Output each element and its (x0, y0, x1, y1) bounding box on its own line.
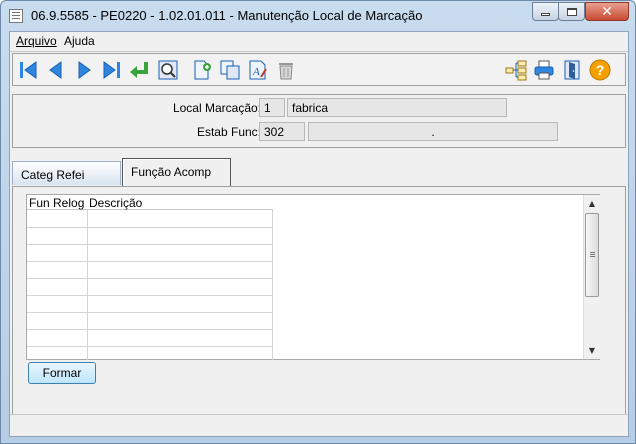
funcao-acomp-grid[interactable]: Fun Relog Descrição ▲ ▼ (26, 194, 600, 360)
copy-record-icon (220, 60, 239, 79)
local-marcacao-description-field[interactable]: fabrica (287, 98, 507, 117)
tab-categ-refei[interactable]: Categ Refei (12, 161, 121, 185)
row-divider (27, 346, 273, 347)
previous-record-icon (48, 60, 61, 79)
scroll-down-icon[interactable]: ▼ (584, 342, 600, 358)
title-bar[interactable]: 06.9.5585 - PE0220 - 1.02.01.011 - Manut… (1, 1, 635, 31)
next-record-button[interactable] (71, 57, 96, 82)
row-divider (27, 244, 273, 245)
vertical-scrollbar[interactable]: ▲ ▼ (583, 195, 600, 359)
app-icon (9, 9, 23, 23)
client-area: Arquivo Ajuda A ? Local Marcação: 1 fabr… (9, 31, 629, 437)
last-record-button[interactable] (99, 57, 124, 82)
maximize-button[interactable] (558, 2, 585, 21)
menu-label: Ajuda (64, 34, 95, 48)
delete-record-icon (278, 62, 293, 79)
tree-navigation-icon (505, 60, 526, 80)
minimize-button[interactable] (532, 2, 559, 21)
tab-funcao-acomp[interactable]: Função Acomp (122, 158, 231, 186)
application-window: 06.9.5585 - PE0220 - 1.02.01.011 - Manut… (0, 0, 636, 444)
grid-header: Fun Relog Descrição (27, 195, 273, 210)
exit-button[interactable] (559, 57, 584, 82)
help-button[interactable]: ? (587, 57, 612, 82)
print-icon (534, 60, 553, 79)
column-divider (272, 210, 273, 360)
toolbar: A ? (12, 53, 626, 86)
row-divider (27, 227, 273, 228)
copy-record-button[interactable] (217, 57, 242, 82)
search-icon (158, 60, 177, 79)
menu-divider (10, 51, 628, 52)
close-button[interactable]: ✕ (585, 2, 629, 21)
estab-func-label: Estab Func: (196, 125, 261, 139)
exit-icon (564, 60, 579, 79)
column-header-descricao[interactable]: Descrição (89, 196, 142, 210)
help-icon: ? (589, 59, 610, 80)
local-marcacao-label: Local Marcação: (172, 101, 261, 115)
status-bar (10, 414, 628, 436)
row-divider (27, 312, 273, 313)
last-record-icon (103, 60, 120, 79)
grip-icon (590, 252, 595, 253)
estab-func-code-field[interactable]: 302 (259, 122, 305, 141)
estab-func-description-field[interactable]: . (308, 122, 558, 141)
menu-bar: Arquivo Ajuda (10, 32, 628, 51)
row-divider (27, 278, 273, 279)
next-record-icon (78, 60, 91, 79)
new-record-icon (194, 60, 211, 79)
row-divider (27, 295, 273, 296)
window-title: 06.9.5585 - PE0220 - 1.02.01.011 - Manut… (31, 8, 423, 23)
header-panel: Local Marcação: 1 fabrica Estab Func: 30… (12, 94, 626, 148)
close-icon: ✕ (601, 3, 613, 20)
svg-text:A: A (252, 66, 260, 78)
tree-navigation-button[interactable] (503, 57, 528, 82)
row-divider (27, 329, 273, 330)
search-button[interactable] (155, 57, 180, 82)
minimize-icon (541, 13, 550, 16)
menu-ajuda[interactable]: Ajuda (64, 34, 95, 48)
scroll-up-icon[interactable]: ▲ (584, 195, 600, 211)
delete-record-button[interactable] (273, 57, 298, 82)
column-header-fun-relog[interactable]: Fun Relog (29, 196, 84, 210)
print-button[interactable] (531, 57, 556, 82)
edit-record-button[interactable]: A (245, 57, 270, 82)
first-record-icon (19, 60, 36, 79)
help-glyph: ? (595, 62, 604, 78)
local-marcacao-code-field[interactable]: 1 (259, 98, 285, 117)
column-divider (87, 210, 88, 360)
edit-record-icon: A (249, 60, 267, 79)
goto-record-icon (129, 61, 148, 78)
maximize-icon (566, 7, 577, 16)
row-divider (27, 261, 273, 262)
menu-label: Arquivo (16, 34, 57, 48)
first-record-button[interactable] (15, 57, 40, 82)
goto-record-button[interactable] (127, 57, 152, 82)
formar-button[interactable]: Formar (28, 362, 96, 384)
scroll-thumb[interactable] (585, 213, 599, 297)
new-record-button[interactable] (189, 57, 214, 82)
previous-record-button[interactable] (43, 57, 68, 82)
menu-arquivo[interactable]: Arquivo (16, 34, 57, 48)
